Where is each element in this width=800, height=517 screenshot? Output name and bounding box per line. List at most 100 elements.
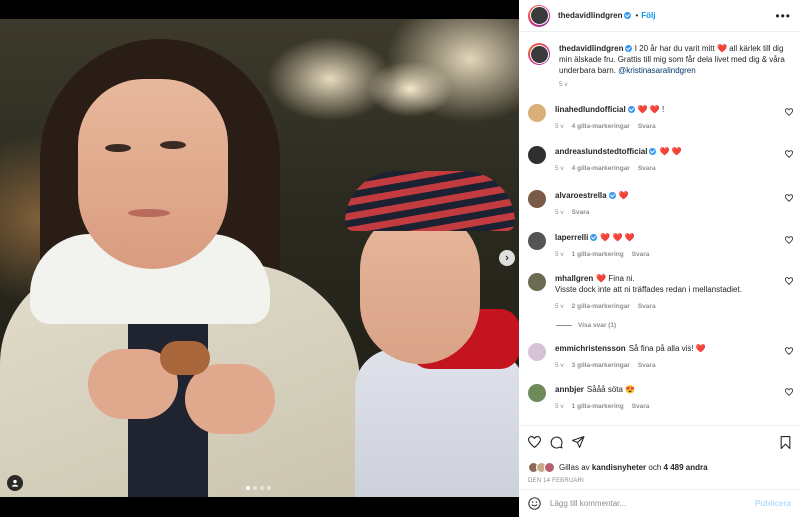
share-icon[interactable] <box>572 436 585 448</box>
comments-list[interactable]: thedavidlindgren I 20 år har du varit mi… <box>519 33 800 425</box>
comment-row: annbjer Sååå söta 😍 5 v 1 gilla-markering Sv… <box>519 384 800 412</box>
comment-likes-link[interactable]: 3 gilla-markeringar <box>572 360 630 371</box>
likes-user-link[interactable]: kandisnyheter <box>592 463 646 472</box>
commenter-avatar[interactable] <box>528 384 546 402</box>
comment-meta: 5 v 1 gilla-markering Svara <box>555 249 785 260</box>
more-options-icon[interactable]: ••• <box>775 9 791 23</box>
commenter-username[interactable]: alvaroestrella <box>555 191 607 200</box>
author-avatar[interactable] <box>528 4 550 27</box>
verified-badge-icon <box>627 106 635 113</box>
comment-text: ❤️ ❤️ ❤️ <box>600 233 635 242</box>
photo-shape <box>185 364 275 434</box>
commenter-username[interactable]: annbjer <box>555 385 584 394</box>
comment-likes-link[interactable]: 1 gilla-markering <box>572 249 624 260</box>
bookmark-icon[interactable] <box>780 435 791 449</box>
caption-time: 5 v <box>559 81 568 88</box>
photo-shape <box>105 144 131 152</box>
comment-row: andreaslundstedtofficial ❤️ ❤️ 5 v 4 gilla-… <box>519 146 800 174</box>
heart-outline-icon[interactable] <box>528 436 541 448</box>
comment-icon[interactable] <box>550 436 563 449</box>
comment-heart-icon[interactable] <box>785 150 793 158</box>
comment-text: Sååå söta 😍 <box>586 385 636 394</box>
commenter-username[interactable]: mhallgren <box>555 274 593 283</box>
comment-heart-icon[interactable] <box>785 388 793 396</box>
reply-button[interactable]: Svara <box>632 401 650 412</box>
comment-likes-link[interactable]: 4 gilla-markeringar <box>572 163 630 174</box>
comment-input[interactable] <box>550 499 755 508</box>
comment-heart-icon[interactable] <box>785 347 793 355</box>
verified-badge-icon <box>608 192 616 199</box>
caption-username[interactable]: thedavidlindgren <box>559 44 623 53</box>
photo-shape <box>355 349 519 497</box>
caption-text: thedavidlindgren I 20 år har du varit mi… <box>559 43 789 76</box>
comment-meta: 5 v 1 gilla-markering Svara <box>555 401 785 412</box>
caption-heart: ❤️ <box>716 44 727 53</box>
post-actions: Gillas av kandisnyheter och 4 489 andra … <box>519 425 800 484</box>
verified-badge-icon <box>649 148 657 155</box>
carousel-dot <box>267 486 271 490</box>
photo-shape <box>345 171 515 231</box>
replies-line <box>556 325 572 326</box>
chevron-right-icon[interactable] <box>499 250 515 266</box>
reply-button[interactable]: Svara <box>638 301 656 312</box>
smiley-icon[interactable] <box>528 497 541 510</box>
verified-badge-icon <box>624 12 632 19</box>
commenter-username[interactable]: linahedlundofficial <box>555 105 626 114</box>
verified-badge-icon <box>590 234 598 241</box>
caption-mention-link[interactable]: @kristinasaralindgren <box>618 66 696 75</box>
comment-text-line: laperrelli ❤️ ❤️ ❤️ <box>555 232 785 243</box>
view-replies-button[interactable]: Visa svar (1) <box>556 322 616 329</box>
reply-button[interactable]: Svara <box>638 163 656 174</box>
caption-avatar[interactable] <box>528 43 550 65</box>
comment-likes-link[interactable]: 1 gilla-markering <box>572 401 624 412</box>
commenter-avatar[interactable] <box>528 104 546 122</box>
comment-time: 5 v <box>555 251 564 258</box>
likes-summary: Gillas av kandisnyheter och 4 489 andra <box>528 462 791 473</box>
likes-prefix: Gillas av <box>559 463 590 472</box>
comment-body: mhallgren ❤️ Fina ni. Visste dock inte at… <box>555 273 785 312</box>
comment-likes-link[interactable]: 2 gilla-markeringar <box>572 301 630 312</box>
comment-text-line: mhallgren ❤️ Fina ni. Visste dock inte at… <box>555 273 785 295</box>
commenter-username[interactable]: andreaslundstedtofficial <box>555 147 647 156</box>
commenter-username[interactable]: emmichristensson <box>555 344 626 353</box>
media-bottom-bar <box>0 497 519 517</box>
publish-button[interactable]: Publicera <box>755 499 791 508</box>
liker-avatars <box>528 462 555 473</box>
commenter-username[interactable]: laperrelli <box>555 233 588 242</box>
post-date: DEN 14 FEBRUARI <box>528 478 585 484</box>
view-replies-label: Visa svar (1) <box>578 322 617 329</box>
commenter-avatar[interactable] <box>528 190 546 208</box>
comment-likes-link[interactable]: 4 gilla-markeringar <box>572 121 630 132</box>
commenter-avatar[interactable] <box>528 232 546 250</box>
follow-button[interactable]: Följ <box>641 11 655 20</box>
photo-shape <box>160 341 210 375</box>
comment-heart-icon[interactable] <box>785 277 793 285</box>
comment-body: andreaslundstedtofficial ❤️ ❤️ 5 v 4 gilla-… <box>555 146 785 174</box>
author-username[interactable]: thedavidlindgren <box>558 11 622 20</box>
reply-button[interactable]: Svara <box>638 121 656 132</box>
photo-shape <box>160 141 186 149</box>
commenter-avatar[interactable] <box>528 343 546 361</box>
reply-button[interactable]: Svara <box>572 207 590 218</box>
commenter-avatar[interactable] <box>528 146 546 164</box>
comment-meta: 5 v 3 gilla-markeringar Svara <box>555 360 785 371</box>
post-photo[interactable] <box>0 19 519 497</box>
reply-button[interactable]: Svara <box>638 360 656 371</box>
post-caption: thedavidlindgren I 20 år har du varit mi… <box>519 33 800 88</box>
reply-button[interactable]: Svara <box>632 249 650 260</box>
comment-meta: 5 v 4 gilla-markeringar Svara <box>555 121 785 132</box>
comment-heart-icon[interactable] <box>785 194 793 202</box>
add-comment-bar: Publicera <box>519 489 800 517</box>
liker-avatar[interactable] <box>544 462 555 473</box>
verified-badge-icon <box>625 45 633 52</box>
comment-heart-icon[interactable] <box>785 236 793 244</box>
comment-time: 5 v <box>555 403 564 410</box>
comment-body: annbjer Sååå söta 😍 5 v 1 gilla-markering Sv… <box>555 384 785 412</box>
likes-count-link[interactable]: 4 489 andra <box>664 463 708 472</box>
user-tag-icon[interactable] <box>7 475 23 491</box>
comment-heart-icon[interactable] <box>785 108 793 116</box>
commenter-avatar[interactable] <box>528 273 546 291</box>
photo-shape <box>128 209 170 217</box>
comment-time: 5 v <box>555 303 564 310</box>
comment-meta: 5 v Svara <box>555 207 785 218</box>
